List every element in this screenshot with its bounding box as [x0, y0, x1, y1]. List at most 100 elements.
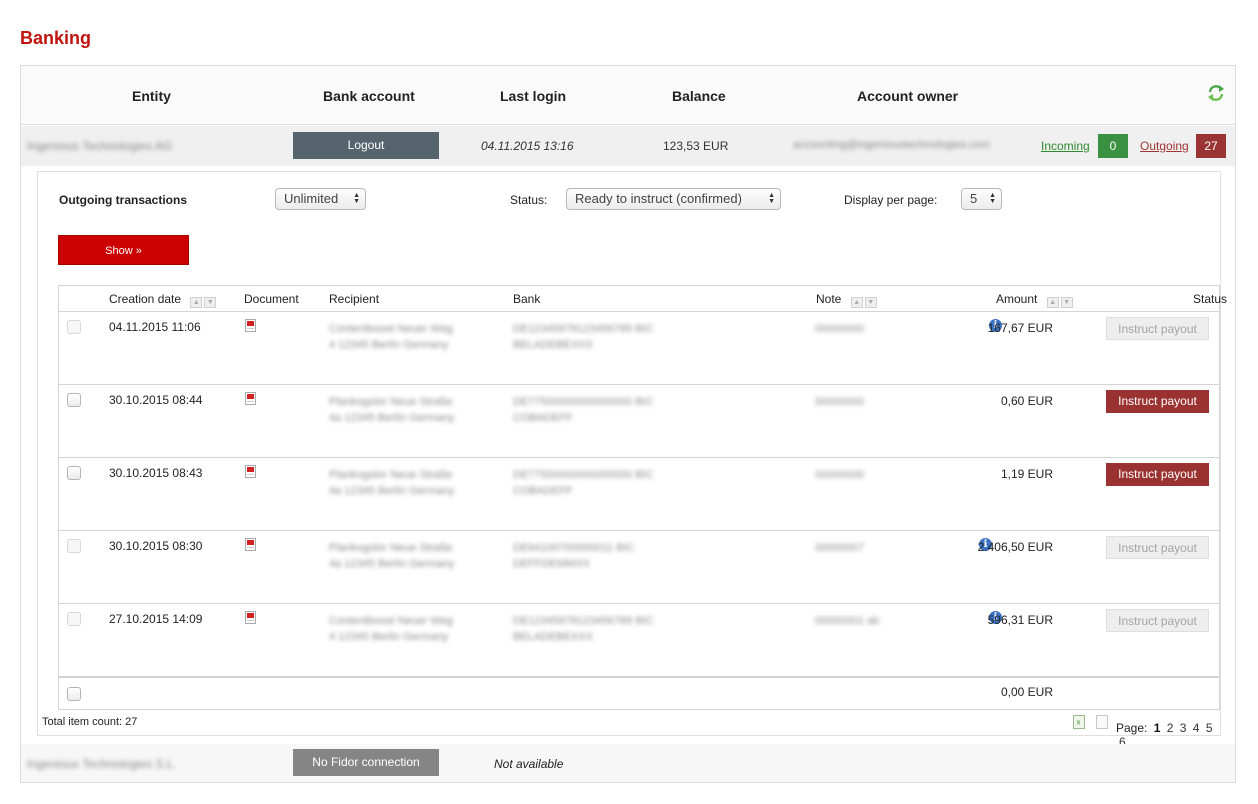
- document-export-icon[interactable]: [1096, 715, 1108, 729]
- col-recipient: Recipient: [329, 292, 380, 306]
- row-amount: 167,67 EUR: [987, 321, 1053, 335]
- col-amount-label: Amount: [996, 292, 1038, 306]
- per-page-select-value: 5: [970, 191, 978, 206]
- page-link[interactable]: 1: [1154, 721, 1161, 735]
- balance-value: 123,53 EUR: [663, 139, 729, 153]
- page-link[interactable]: 2: [1167, 721, 1174, 735]
- refresh-icon[interactable]: [1207, 84, 1225, 102]
- row-note: 00000000: [815, 323, 864, 335]
- row-date: 27.10.2015 14:09: [109, 612, 203, 626]
- last-login-value: Not available: [494, 757, 564, 771]
- select-all-checkbox[interactable]: [67, 687, 81, 701]
- row-recipient: Plankogolor Neue Straße 4a 12345 Berlin …: [329, 469, 455, 497]
- row-checkbox[interactable]: [67, 393, 81, 407]
- sort-icon[interactable]: ▲ ▼: [849, 293, 877, 308]
- outgoing-count-badge: 27: [1196, 134, 1226, 158]
- row-date: 30.10.2015 08:44: [109, 393, 203, 407]
- row-bank: DE77500000000000000 BIC COBADEFF: [513, 469, 654, 497]
- sort-icon[interactable]: ▲ ▼: [1045, 293, 1073, 308]
- row-recipient: Plankogolor Neue Straße 4a 12345 Berlin …: [329, 542, 455, 570]
- instruct-payout-button[interactable]: Instruct payout: [1106, 463, 1209, 486]
- row-checkbox[interactable]: [67, 539, 81, 553]
- sum-amount: 0,00 EUR: [1000, 685, 1053, 699]
- show-button[interactable]: Show »: [58, 235, 189, 265]
- row-amount: 596,31 EUR: [987, 613, 1053, 627]
- pdf-icon[interactable]: [245, 465, 256, 478]
- row-date: 04.11.2015 11:06: [109, 320, 201, 334]
- row-note: 00000000: [815, 396, 864, 408]
- account-owner-value: accounting@ingenioustechnologies.com: [793, 139, 991, 151]
- row-bank: DE64100700000011 BIC DEFFDEMMXX: [513, 542, 635, 570]
- per-page-select[interactable]: 5 ▲ ▼: [961, 188, 1002, 210]
- row-bank: DE12345678123456789 BIC BELADEBEXXX: [513, 323, 654, 351]
- status-filter-label: Status:: [510, 193, 548, 207]
- row-recipient: Plankogolor Neue Straße 4a 12345 Berlin …: [329, 396, 455, 424]
- table-row: 04.11.2015 11:06 Contentboost Neuer Weg …: [59, 312, 1219, 385]
- page-title: Banking: [20, 28, 92, 48]
- instruct-payout-button[interactable]: Instruct payout: [1106, 536, 1209, 559]
- header-last-login: Last login: [500, 88, 567, 104]
- table-row: 30.10.2015 08:43 Plankogolor Neue Straße…: [59, 458, 1219, 531]
- total-item-count: Total item count: 27: [42, 716, 138, 728]
- no-fidor-connection-button[interactable]: No Fidor connection: [293, 749, 439, 776]
- row-recipient: Contentboost Neuer Weg 4 12345 Berlin Ge…: [329, 615, 453, 643]
- col-bank: Bank: [513, 292, 541, 306]
- sort-icon[interactable]: ▲ ▼: [188, 293, 217, 308]
- pdf-icon[interactable]: [245, 538, 256, 551]
- col-note[interactable]: Note ▲ ▼: [816, 292, 877, 308]
- excel-export-icon[interactable]: x: [1073, 715, 1085, 729]
- row-note: 00000001 ab: [815, 615, 880, 627]
- row-checkbox[interactable]: [67, 466, 81, 480]
- row-recipient: Contentboost Neuer Weg 4 12345 Berlin Ge…: [329, 323, 453, 351]
- account-row: Ingenious Technologies AG Logout 04.11.2…: [21, 126, 1235, 166]
- incoming-count-badge: 0: [1098, 134, 1128, 158]
- svg-text:x: x: [1077, 719, 1081, 727]
- per-page-label: Display per page:: [844, 193, 938, 207]
- select-arrows-icon: ▲ ▼: [353, 192, 360, 205]
- row-date: 30.10.2015 08:43: [109, 466, 203, 480]
- row-note: 00000007: [815, 542, 864, 554]
- pdf-icon[interactable]: [245, 611, 256, 624]
- pdf-icon[interactable]: [245, 319, 256, 332]
- row-checkbox[interactable]: [67, 612, 81, 626]
- status-select[interactable]: Ready to instruct (confirmed) ▲ ▼: [566, 188, 781, 210]
- col-note-label: Note: [816, 292, 842, 306]
- col-creation-date-label: Creation date: [109, 292, 182, 306]
- page-link[interactable]: 3: [1180, 721, 1187, 735]
- row-checkbox[interactable]: [67, 320, 81, 334]
- page-link[interactable]: 4: [1193, 721, 1200, 735]
- logout-button[interactable]: Logout: [293, 132, 439, 159]
- account-entity: Ingenious Technologies AG: [27, 139, 173, 153]
- sum-row: 0,00 EUR: [59, 676, 1219, 710]
- col-creation-date[interactable]: Creation date ▲ ▼: [109, 292, 217, 308]
- period-select[interactable]: Unlimited ▲ ▼: [275, 188, 366, 210]
- accounts-header: Entity Bank account Last login Balance A…: [21, 66, 1235, 125]
- row-amount: 0,60 EUR: [1000, 394, 1053, 408]
- instruct-payout-button[interactable]: Instruct payout: [1106, 317, 1209, 340]
- header-account-owner: Account owner: [857, 88, 959, 104]
- status-select-value: Ready to instruct (confirmed): [575, 191, 742, 206]
- row-amount: 1,19 EUR: [1000, 467, 1053, 481]
- account-entity: Ingenious Technologies S.L.: [27, 757, 177, 771]
- outgoing-link[interactable]: Outgoing: [1140, 139, 1189, 153]
- incoming-link[interactable]: Incoming: [1041, 139, 1090, 153]
- col-status: Status: [1193, 292, 1228, 306]
- row-date: 30.10.2015 08:30: [109, 539, 203, 553]
- header-entity: Entity: [132, 88, 171, 104]
- row-amount: 2.406,50 EUR: [977, 540, 1053, 554]
- header-balance: Balance: [672, 88, 726, 104]
- col-amount[interactable]: Amount ▲ ▼: [996, 292, 1073, 308]
- col-document: Document: [244, 292, 299, 306]
- row-bank: DE77500000000000000 BIC COBADEFF: [513, 396, 654, 424]
- table-row: 30.10.2015 08:30 Plankogolor Neue Straße…: [59, 531, 1219, 604]
- header-bank-account: Bank account: [323, 88, 415, 104]
- table-row: 30.10.2015 08:44 Plankogolor Neue Straße…: [59, 385, 1219, 458]
- instruct-payout-button[interactable]: Instruct payout: [1106, 609, 1209, 632]
- page-link[interactable]: 5: [1206, 721, 1213, 735]
- pdf-icon[interactable]: [245, 392, 256, 405]
- instruct-payout-button[interactable]: Instruct payout: [1106, 390, 1209, 413]
- row-bank: DE12345678123456789 BIC BELADEBEXXX: [513, 615, 654, 643]
- row-note: 00000000: [815, 469, 864, 481]
- account-row: Ingenious Technologies S.L. No Fidor con…: [21, 744, 1235, 782]
- period-select-value: Unlimited: [284, 191, 339, 206]
